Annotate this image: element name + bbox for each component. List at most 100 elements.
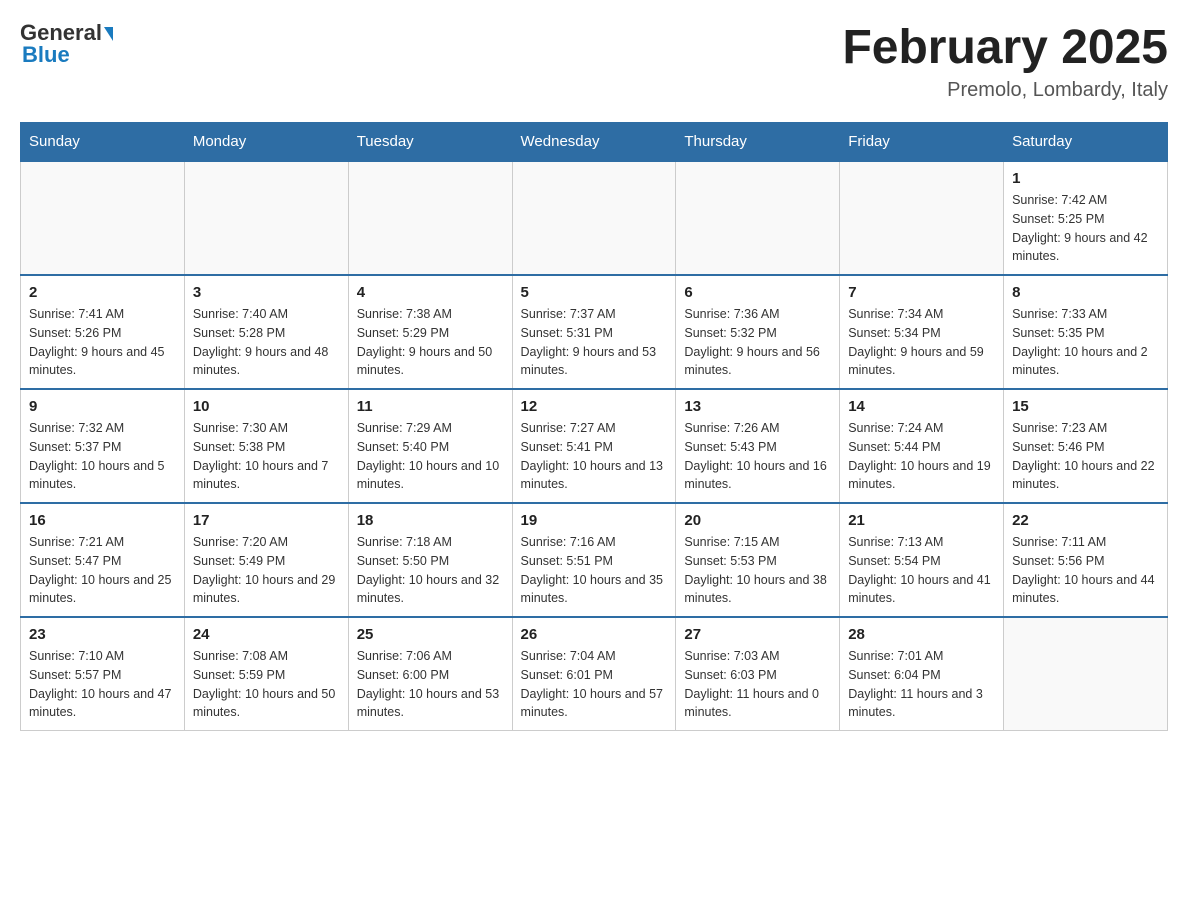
calendar-table: SundayMondayTuesdayWednesdayThursdayFrid…	[20, 122, 1168, 731]
day-info: Sunrise: 7:27 AMSunset: 5:41 PMDaylight:…	[521, 419, 668, 494]
calendar-cell: 4Sunrise: 7:38 AMSunset: 5:29 PMDaylight…	[348, 275, 512, 389]
day-number: 26	[521, 626, 668, 643]
calendar-cell: 2 Sunrise: 7:41 AMSunset: 5:26 PMDaylight…	[21, 275, 185, 389]
day-info: Sunrise: 7:21 AMSunset: 5:47 PMDaylight:…	[29, 533, 176, 608]
day-info: Sunrise: 7:13 AMSunset: 5:54 PMDaylight:…	[848, 533, 995, 608]
calendar-week-row: 2 Sunrise: 7:41 AMSunset: 5:26 PMDaylight…	[21, 275, 1168, 389]
weekday-header-row: SundayMondayTuesdayWednesdayThursdayFrid…	[21, 123, 1168, 162]
calendar-cell: 19 Sunrise: 7:16 AMSunset: 5:51 PMDayligh…	[512, 503, 676, 617]
logo-blue-text: Blue	[22, 42, 70, 68]
calendar-cell: 6 Sunrise: 7:36 AMSunset: 5:32 PMDaylight…	[676, 275, 840, 389]
calendar-cell: 17Sunrise: 7:20 AMSunset: 5:49 PMDayligh…	[184, 503, 348, 617]
day-info: Sunrise: 7:04 AMSunset: 6:01 PMDaylight:…	[521, 647, 668, 722]
calendar-cell: 11 Sunrise: 7:29 AMSunset: 5:40 PMDayligh…	[348, 389, 512, 503]
day-number: 28	[848, 626, 995, 643]
day-number: 11	[357, 398, 504, 415]
day-number: 23	[29, 626, 176, 643]
calendar-cell: 5Sunrise: 7:37 AMSunset: 5:31 PMDaylight…	[512, 275, 676, 389]
day-info: Sunrise: 7:26 AMSunset: 5:43 PMDaylight:…	[684, 419, 831, 494]
day-number: 14	[848, 398, 995, 415]
day-info: Sunrise: 7:29 AMSunset: 5:40 PMDaylight:…	[357, 419, 504, 494]
calendar-cell: 12 Sunrise: 7:27 AMSunset: 5:41 PMDayligh…	[512, 389, 676, 503]
logo-arrow-icon	[104, 27, 113, 41]
day-info: Sunrise: 7:23 AMSunset: 5:46 PMDaylight:…	[1012, 419, 1159, 494]
calendar-cell: 23 Sunrise: 7:10 AMSunset: 5:57 PMDayligh…	[21, 617, 185, 731]
weekday-header-saturday: Saturday	[1004, 123, 1168, 162]
day-info: Sunrise: 7:30 AMSunset: 5:38 PMDaylight:…	[193, 419, 340, 494]
calendar-cell: 20Sunrise: 7:15 AMSunset: 5:53 PMDayligh…	[676, 503, 840, 617]
day-info: Sunrise: 7:36 AMSunset: 5:32 PMDaylight:…	[684, 305, 831, 380]
day-info: Sunrise: 7:42 AMSunset: 5:25 PMDaylight:…	[1012, 191, 1159, 266]
calendar-cell: 15 Sunrise: 7:23 AMSunset: 5:46 PMDayligh…	[1004, 389, 1168, 503]
calendar-cell	[512, 161, 676, 275]
day-info: Sunrise: 7:40 AMSunset: 5:28 PMDaylight:…	[193, 305, 340, 380]
calendar-cell: 3 Sunrise: 7:40 AMSunset: 5:28 PMDaylight…	[184, 275, 348, 389]
day-number: 13	[684, 398, 831, 415]
day-number: 18	[357, 512, 504, 529]
day-number: 17	[193, 512, 340, 529]
day-number: 6	[684, 284, 831, 301]
calendar-cell	[184, 161, 348, 275]
day-info: Sunrise: 7:11 AMSunset: 5:56 PMDaylight:…	[1012, 533, 1159, 608]
calendar-cell: 24Sunrise: 7:08 AMSunset: 5:59 PMDayligh…	[184, 617, 348, 731]
calendar-cell: 14Sunrise: 7:24 AMSunset: 5:44 PMDayligh…	[840, 389, 1004, 503]
day-number: 8	[1012, 284, 1159, 301]
weekday-header-sunday: Sunday	[21, 123, 185, 162]
calendar-cell: 10 Sunrise: 7:30 AMSunset: 5:38 PMDayligh…	[184, 389, 348, 503]
title-block: February 2025 Premolo, Lombardy, Italy	[842, 20, 1168, 102]
weekday-header-friday: Friday	[840, 123, 1004, 162]
calendar-cell: 27 Sunrise: 7:03 AMSunset: 6:03 PMDayligh…	[676, 617, 840, 731]
day-number: 15	[1012, 398, 1159, 415]
calendar-subtitle: Premolo, Lombardy, Italy	[842, 79, 1168, 102]
calendar-cell	[348, 161, 512, 275]
day-number: 2	[29, 284, 176, 301]
day-number: 19	[521, 512, 668, 529]
calendar-week-row: 1Sunrise: 7:42 AMSunset: 5:25 PMDaylight…	[21, 161, 1168, 275]
day-info: Sunrise: 7:01 AMSunset: 6:04 PMDaylight:…	[848, 647, 995, 722]
calendar-cell: 13 Sunrise: 7:26 AMSunset: 5:43 PMDayligh…	[676, 389, 840, 503]
day-info: Sunrise: 7:06 AMSunset: 6:00 PMDaylight:…	[357, 647, 504, 722]
calendar-week-row: 16Sunrise: 7:21 AMSunset: 5:47 PMDayligh…	[21, 503, 1168, 617]
day-number: 3	[193, 284, 340, 301]
day-number: 12	[521, 398, 668, 415]
day-info: Sunrise: 7:18 AMSunset: 5:50 PMDaylight:…	[357, 533, 504, 608]
day-info: Sunrise: 7:37 AMSunset: 5:31 PMDaylight:…	[521, 305, 668, 380]
calendar-cell: 8 Sunrise: 7:33 AMSunset: 5:35 PMDaylight…	[1004, 275, 1168, 389]
calendar-cell	[21, 161, 185, 275]
calendar-week-row: 23 Sunrise: 7:10 AMSunset: 5:57 PMDayligh…	[21, 617, 1168, 731]
day-number: 21	[848, 512, 995, 529]
calendar-week-row: 9 Sunrise: 7:32 AMSunset: 5:37 PMDaylight…	[21, 389, 1168, 503]
day-info: Sunrise: 7:15 AMSunset: 5:53 PMDaylight:…	[684, 533, 831, 608]
weekday-header-tuesday: Tuesday	[348, 123, 512, 162]
day-number: 9	[29, 398, 176, 415]
day-info: Sunrise: 7:32 AMSunset: 5:37 PMDaylight:…	[29, 419, 176, 494]
calendar-cell: 25Sunrise: 7:06 AMSunset: 6:00 PMDayligh…	[348, 617, 512, 731]
day-info: Sunrise: 7:38 AMSunset: 5:29 PMDaylight:…	[357, 305, 504, 380]
day-info: Sunrise: 7:03 AMSunset: 6:03 PMDaylight:…	[684, 647, 831, 722]
day-number: 7	[848, 284, 995, 301]
day-info: Sunrise: 7:10 AMSunset: 5:57 PMDaylight:…	[29, 647, 176, 722]
calendar-cell: 22 Sunrise: 7:11 AMSunset: 5:56 PMDayligh…	[1004, 503, 1168, 617]
day-info: Sunrise: 7:41 AMSunset: 5:26 PMDaylight:…	[29, 305, 176, 380]
weekday-header-wednesday: Wednesday	[512, 123, 676, 162]
day-info: Sunrise: 7:08 AMSunset: 5:59 PMDaylight:…	[193, 647, 340, 722]
calendar-cell: 1Sunrise: 7:42 AMSunset: 5:25 PMDaylight…	[1004, 161, 1168, 275]
day-info: Sunrise: 7:34 AMSunset: 5:34 PMDaylight:…	[848, 305, 995, 380]
calendar-cell: 9 Sunrise: 7:32 AMSunset: 5:37 PMDaylight…	[21, 389, 185, 503]
day-number: 10	[193, 398, 340, 415]
weekday-header-thursday: Thursday	[676, 123, 840, 162]
day-info: Sunrise: 7:16 AMSunset: 5:51 PMDaylight:…	[521, 533, 668, 608]
calendar-title: February 2025	[842, 20, 1168, 75]
calendar-cell: 28 Sunrise: 7:01 AMSunset: 6:04 PMDayligh…	[840, 617, 1004, 731]
calendar-cell: 16Sunrise: 7:21 AMSunset: 5:47 PMDayligh…	[21, 503, 185, 617]
day-info: Sunrise: 7:33 AMSunset: 5:35 PMDaylight:…	[1012, 305, 1159, 380]
weekday-header-monday: Monday	[184, 123, 348, 162]
day-number: 27	[684, 626, 831, 643]
day-number: 22	[1012, 512, 1159, 529]
calendar-cell	[840, 161, 1004, 275]
logo: General Blue	[20, 20, 113, 68]
calendar-cell: 21 Sunrise: 7:13 AMSunset: 5:54 PMDayligh…	[840, 503, 1004, 617]
page-header: General Blue February 2025 Premolo, Lomb…	[20, 20, 1168, 102]
calendar-cell: 18 Sunrise: 7:18 AMSunset: 5:50 PMDayligh…	[348, 503, 512, 617]
calendar-cell	[676, 161, 840, 275]
